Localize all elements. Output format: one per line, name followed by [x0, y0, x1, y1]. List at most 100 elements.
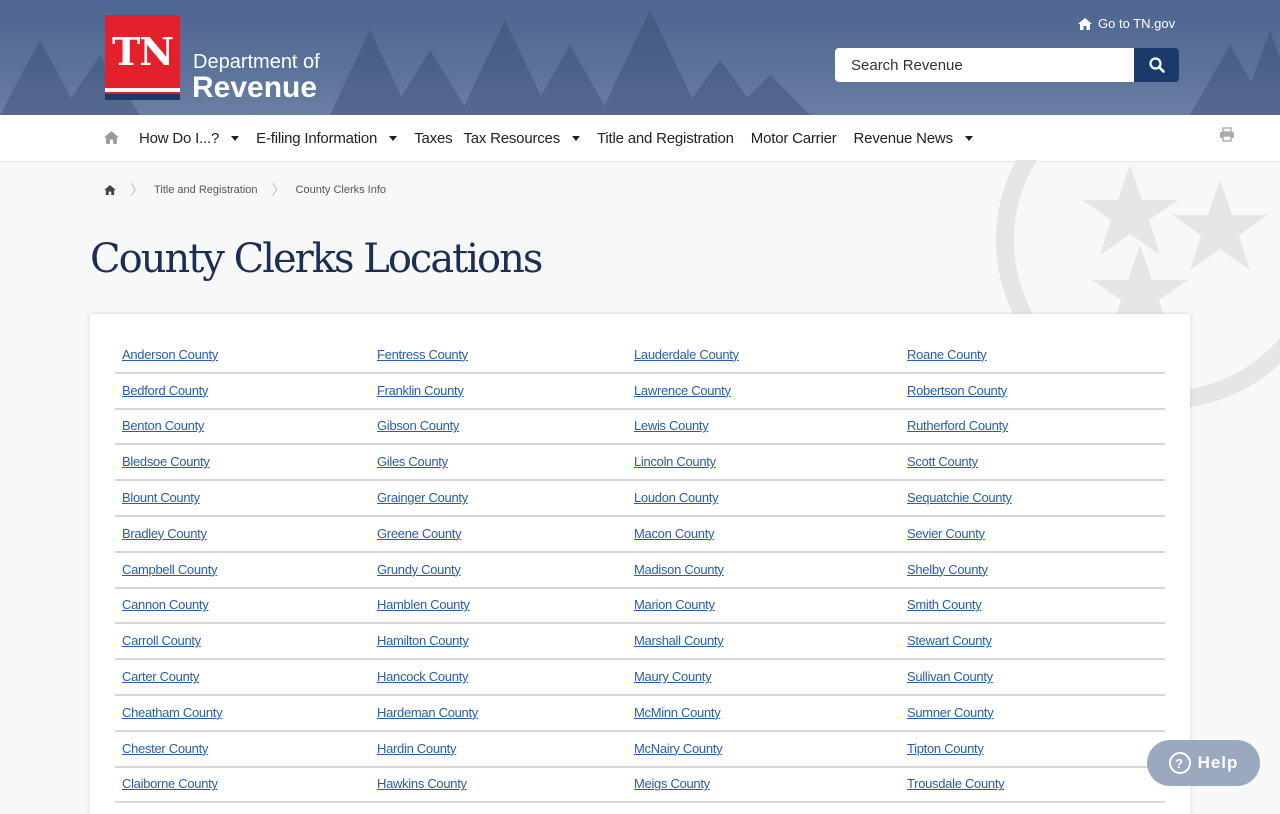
county-link[interactable]: McMinn County	[634, 705, 721, 720]
county-link[interactable]: Carter County	[122, 669, 199, 684]
county-link[interactable]: Sumner County	[907, 705, 994, 720]
county-link[interactable]: Tipton County	[907, 741, 984, 756]
search-button[interactable]	[1134, 48, 1179, 82]
county-link[interactable]: Maury County	[634, 669, 712, 684]
breadcrumb-separator: 〉	[271, 182, 286, 198]
county-link[interactable]: Sevier County	[907, 526, 985, 541]
breadcrumb-separator: 〉	[130, 182, 144, 198]
county-link[interactable]: Anderson County	[122, 347, 218, 362]
county-link[interactable]: Bradley County	[122, 526, 207, 541]
county-link[interactable]: Loudon County	[634, 490, 719, 505]
county-row: Anderson County Fentress County Lauderdale…	[115, 338, 1165, 374]
county-link[interactable]: Roane County	[907, 347, 987, 362]
county-link[interactable]: McNairy County	[634, 741, 723, 756]
county-link[interactable]: Trousdale County	[907, 776, 1005, 791]
county-row: Carroll County Hamilton County Marshall Co…	[115, 624, 1165, 661]
county-row: Claiborne County Hawkins County Meigs Coun…	[115, 768, 1165, 804]
county-link[interactable]: Robertson County	[907, 383, 1007, 398]
nav-home-icon[interactable]	[104, 131, 119, 144]
county-link[interactable]: Meigs County	[634, 776, 710, 791]
help-label: Help	[1197, 753, 1239, 772]
page-title: County Clerks Locations	[90, 236, 543, 282]
county-row: Chester County Hardin County McNairy Count…	[115, 732, 1165, 768]
nav-item-title-registration[interactable]: Title and Registration	[597, 130, 734, 147]
county-link[interactable]: Campbell County	[122, 562, 218, 577]
goto-tn-label: Go to TN.gov	[1098, 16, 1176, 31]
breadcrumb-title-registration[interactable]: Title and Registration	[154, 184, 258, 196]
home-icon	[1078, 17, 1092, 30]
goto-tn-link[interactable]: Go to TN.gov	[1078, 16, 1175, 31]
nav-item-efiling[interactable]: E-filing Information	[256, 130, 398, 147]
county-link[interactable]: Bledsoe County	[122, 454, 210, 469]
county-link[interactable]: Fentress County	[377, 347, 468, 362]
county-link[interactable]: Greene County	[377, 526, 462, 541]
county-link[interactable]: Hawkins County	[377, 776, 467, 791]
caret-down-icon	[389, 135, 398, 141]
county-link[interactable]: Marshall County	[634, 633, 724, 648]
county-link[interactable]: Claiborne County	[122, 776, 218, 791]
search-bar	[835, 48, 1179, 82]
site-header: TN Department of Revenue Go to TN.gov	[0, 0, 1280, 115]
county-link[interactable]: Lincoln County	[634, 454, 716, 469]
county-link[interactable]: Lewis County	[634, 418, 709, 433]
county-link[interactable]: Macon County	[634, 526, 715, 541]
caret-down-icon	[964, 135, 973, 141]
breadcrumb-current: County Clerks Info	[295, 184, 387, 196]
county-link[interactable]: Hancock County	[377, 669, 468, 684]
question-icon: ?	[1168, 752, 1191, 774]
county-link[interactable]: Cannon County	[122, 597, 209, 612]
county-link[interactable]: Cheatham County	[122, 705, 223, 720]
nav-item-revenue-news[interactable]: Revenue News	[854, 130, 973, 147]
county-row: Cheatham County Hardeman County McMinn Cou…	[115, 696, 1165, 732]
county-link[interactable]: Stewart County	[907, 633, 992, 648]
help-button[interactable]: ? Help	[1147, 740, 1260, 786]
county-link[interactable]: Franklin County	[377, 383, 464, 398]
county-link[interactable]: Giles County	[377, 454, 448, 469]
breadcrumb: 〉 Title and Registration 〉 County Clerks…	[104, 180, 386, 200]
county-list-card: Anderson County Fentress County Lauderdale…	[90, 314, 1190, 814]
dept-line1: Department of	[193, 51, 320, 73]
county-link[interactable]: Sullivan County	[907, 669, 993, 684]
county-row: Bledsoe County Giles County Lincoln County…	[115, 445, 1165, 482]
county-link[interactable]: Lawrence County	[634, 383, 731, 398]
breadcrumb-home-icon[interactable]	[104, 185, 116, 195]
county-link[interactable]: Sequatchie County	[907, 490, 1012, 505]
county-row: Benton County Gibson County Lewis County Ru…	[115, 410, 1165, 446]
county-row: Bedford County Franklin County Lawrence Co…	[115, 374, 1165, 410]
nav-item-motor-carrier[interactable]: Motor Carrier	[751, 130, 837, 147]
county-row: Campbell County Grundy County Madison Coun…	[115, 553, 1165, 589]
county-link[interactable]: Hardeman County	[377, 705, 478, 720]
county-link[interactable]: Grainger County	[377, 490, 468, 505]
tn-logo[interactable]: TN	[105, 15, 180, 100]
county-link[interactable]: Blount County	[122, 490, 200, 505]
nav-item-tax-resources[interactable]: Tax Resources	[463, 130, 580, 147]
search-icon	[1148, 57, 1165, 73]
caret-down-icon	[231, 135, 240, 141]
county-row: Carter County Hancock County Maury County S…	[115, 660, 1165, 696]
logo-letters: TN	[111, 29, 174, 74]
county-row: Blount County Grainger County Loudon Count…	[115, 481, 1165, 517]
county-link[interactable]: Carroll County	[122, 633, 201, 648]
county-link[interactable]: Hardin County	[377, 741, 457, 756]
county-link[interactable]: Gibson County	[377, 418, 459, 433]
nav-item-taxes[interactable]: Taxes	[414, 130, 452, 147]
county-link[interactable]: Lauderdale County	[634, 347, 739, 362]
county-link[interactable]: Smith County	[907, 597, 982, 612]
county-link[interactable]: Chester County	[122, 741, 208, 756]
caret-down-icon	[572, 135, 580, 141]
county-row: Cannon County Hamblen County Marion County…	[115, 589, 1165, 625]
search-input[interactable]	[835, 48, 1134, 82]
print-icon[interactable]	[1219, 127, 1235, 142]
county-link[interactable]: Grundy County	[377, 562, 461, 577]
county-link[interactable]: Shelby County	[907, 562, 988, 577]
nav-item-how-do-i[interactable]: How Do I...?	[139, 130, 240, 147]
county-link[interactable]: Rutherford County	[907, 418, 1008, 433]
county-table: Anderson County Fentress County Lauderdale…	[115, 338, 1165, 804]
county-link[interactable]: Hamilton County	[377, 633, 469, 648]
county-link[interactable]: Scott County	[907, 454, 978, 469]
county-link[interactable]: Hamblen County	[377, 597, 470, 612]
county-link[interactable]: Marion County	[634, 597, 715, 612]
county-link[interactable]: Madison County	[634, 562, 724, 577]
county-link[interactable]: Benton County	[122, 418, 204, 433]
county-link[interactable]: Bedford County	[122, 383, 208, 398]
